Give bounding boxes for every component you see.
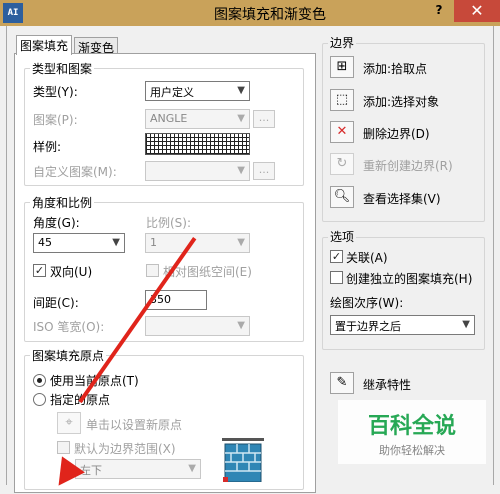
recreate-boundary-button[interactable]: ↻ [330,153,354,175]
angle-select-value: 45 [38,236,52,249]
set-origin-label: 单击以设置新原点 [86,418,183,432]
pick-point-icon: ⊞ [336,59,348,74]
angle-scale-title: 角度和比例 [30,194,95,211]
origin-position-select[interactable]: 左下 ▼ [75,459,201,479]
chevron-down-icon: ▼ [237,320,245,331]
window-title: 图案填充和渐变色 [214,7,326,23]
type-select-value: 用户定义 [150,86,194,99]
pattern-label: 图案(P): [33,113,78,127]
iso-pen-select[interactable]: ▼ [145,316,250,336]
crosshair-icon: ⌖ [65,415,73,430]
pattern-select-value: ANGLE [150,112,188,125]
inherit-properties-label: 继承特性 [363,378,412,392]
swatch-label: 样例: [33,140,62,154]
pattern-select[interactable]: ANGLE ▼ [145,109,250,129]
angle-label: 角度(G): [33,216,80,230]
remove-boundary-icon: ✕ [336,124,348,139]
scale-label: 比例(S): [146,216,192,230]
help-button[interactable]: ? [432,3,446,21]
magnifier-icon: 🔍︎ [333,189,351,204]
chevron-down-icon: ▼ [237,85,245,96]
view-selections-button[interactable]: 🔍︎ [330,186,354,208]
draw-order-value: 置于边界之后 [335,320,401,333]
inherit-properties-button[interactable]: ✎ [330,372,354,394]
type-label: 类型(Y): [33,85,78,99]
watermark-logo: 百科全说 [367,414,456,439]
separate-hatches-checkbox[interactable] [330,271,343,284]
draw-order-select[interactable]: 置于边界之后 ▼ [330,315,475,335]
chevron-down-icon: ▼ [112,237,120,248]
watermark-tagline: 助你轻松解决 [379,444,445,457]
watermark: 百科全说 助你轻松解决 [338,400,486,464]
remove-boundaries-button[interactable]: ✕ [330,121,354,143]
iso-pen-label: ISO 笔宽(O): [33,320,105,334]
spacing-label: 间距(C): [33,296,79,310]
add-select-objects-button[interactable]: ⬚ [330,89,354,111]
custom-pattern-select[interactable]: ▼ [145,161,250,181]
pattern-swatch[interactable] [145,133,250,155]
default-extent-label: 默认为边界范围(X) [74,442,176,456]
double-label: 双向(U) [50,265,93,279]
options-title: 选项 [328,228,357,245]
specified-origin-radio[interactable] [33,393,46,406]
angle-select[interactable]: 45 ▼ [33,233,125,253]
remove-boundaries-label: 删除边界(D) [363,127,430,141]
brush-icon: ✎ [336,375,348,390]
close-button[interactable]: ✕ [454,0,500,22]
default-extent-checkbox[interactable] [57,441,70,454]
type-pattern-title: 类型和图案 [30,60,95,77]
app-icon: AI [3,3,23,23]
recreate-boundary-label: 重新创建边界(R) [363,159,453,173]
associative-label: 关联(A) [346,251,388,265]
draw-order-label: 绘图次序(W): [330,296,404,310]
boundaries-title: 边界 [328,34,357,51]
relative-paperspace-checkbox[interactable] [146,264,159,277]
type-select[interactable]: 用户定义 ▼ [145,81,250,101]
separate-hatches-label: 创建独立的图案填充(H) [346,272,473,286]
custom-pattern-label: 自定义图案(M): [33,165,117,179]
tab-hatch[interactable]: 图案填充 [16,35,73,55]
origin-preview-icon [222,438,264,483]
pattern-browse-button[interactable]: ... [253,110,275,128]
scale-select-value: 1 [150,236,157,249]
scale-select[interactable]: 1 ▼ [145,233,250,253]
add-select-objects-label: 添加:选择对象 [363,95,440,109]
add-pick-points-button[interactable]: ⊞ [330,56,354,78]
chevron-down-icon: ▼ [237,113,245,124]
recreate-boundary-icon: ↻ [336,156,348,171]
chevron-down-icon: ▼ [188,463,196,474]
chevron-down-icon: ▼ [462,319,470,330]
chevron-down-icon: ▼ [237,165,245,176]
set-origin-button[interactable]: ⌖ [57,412,81,434]
view-selections-label: 查看选择集(V) [363,192,441,206]
origin-title: 图案填充原点 [30,347,107,364]
select-objects-icon: ⬚ [335,92,349,107]
associative-checkbox[interactable]: ✓ [330,250,343,263]
chevron-down-icon: ▼ [237,237,245,248]
custom-pattern-browse-button[interactable]: ... [253,162,275,180]
add-pick-points-label: 添加:拾取点 [363,62,428,76]
use-current-origin-radio[interactable] [33,374,46,387]
double-checkbox[interactable]: ✓ [33,264,46,277]
